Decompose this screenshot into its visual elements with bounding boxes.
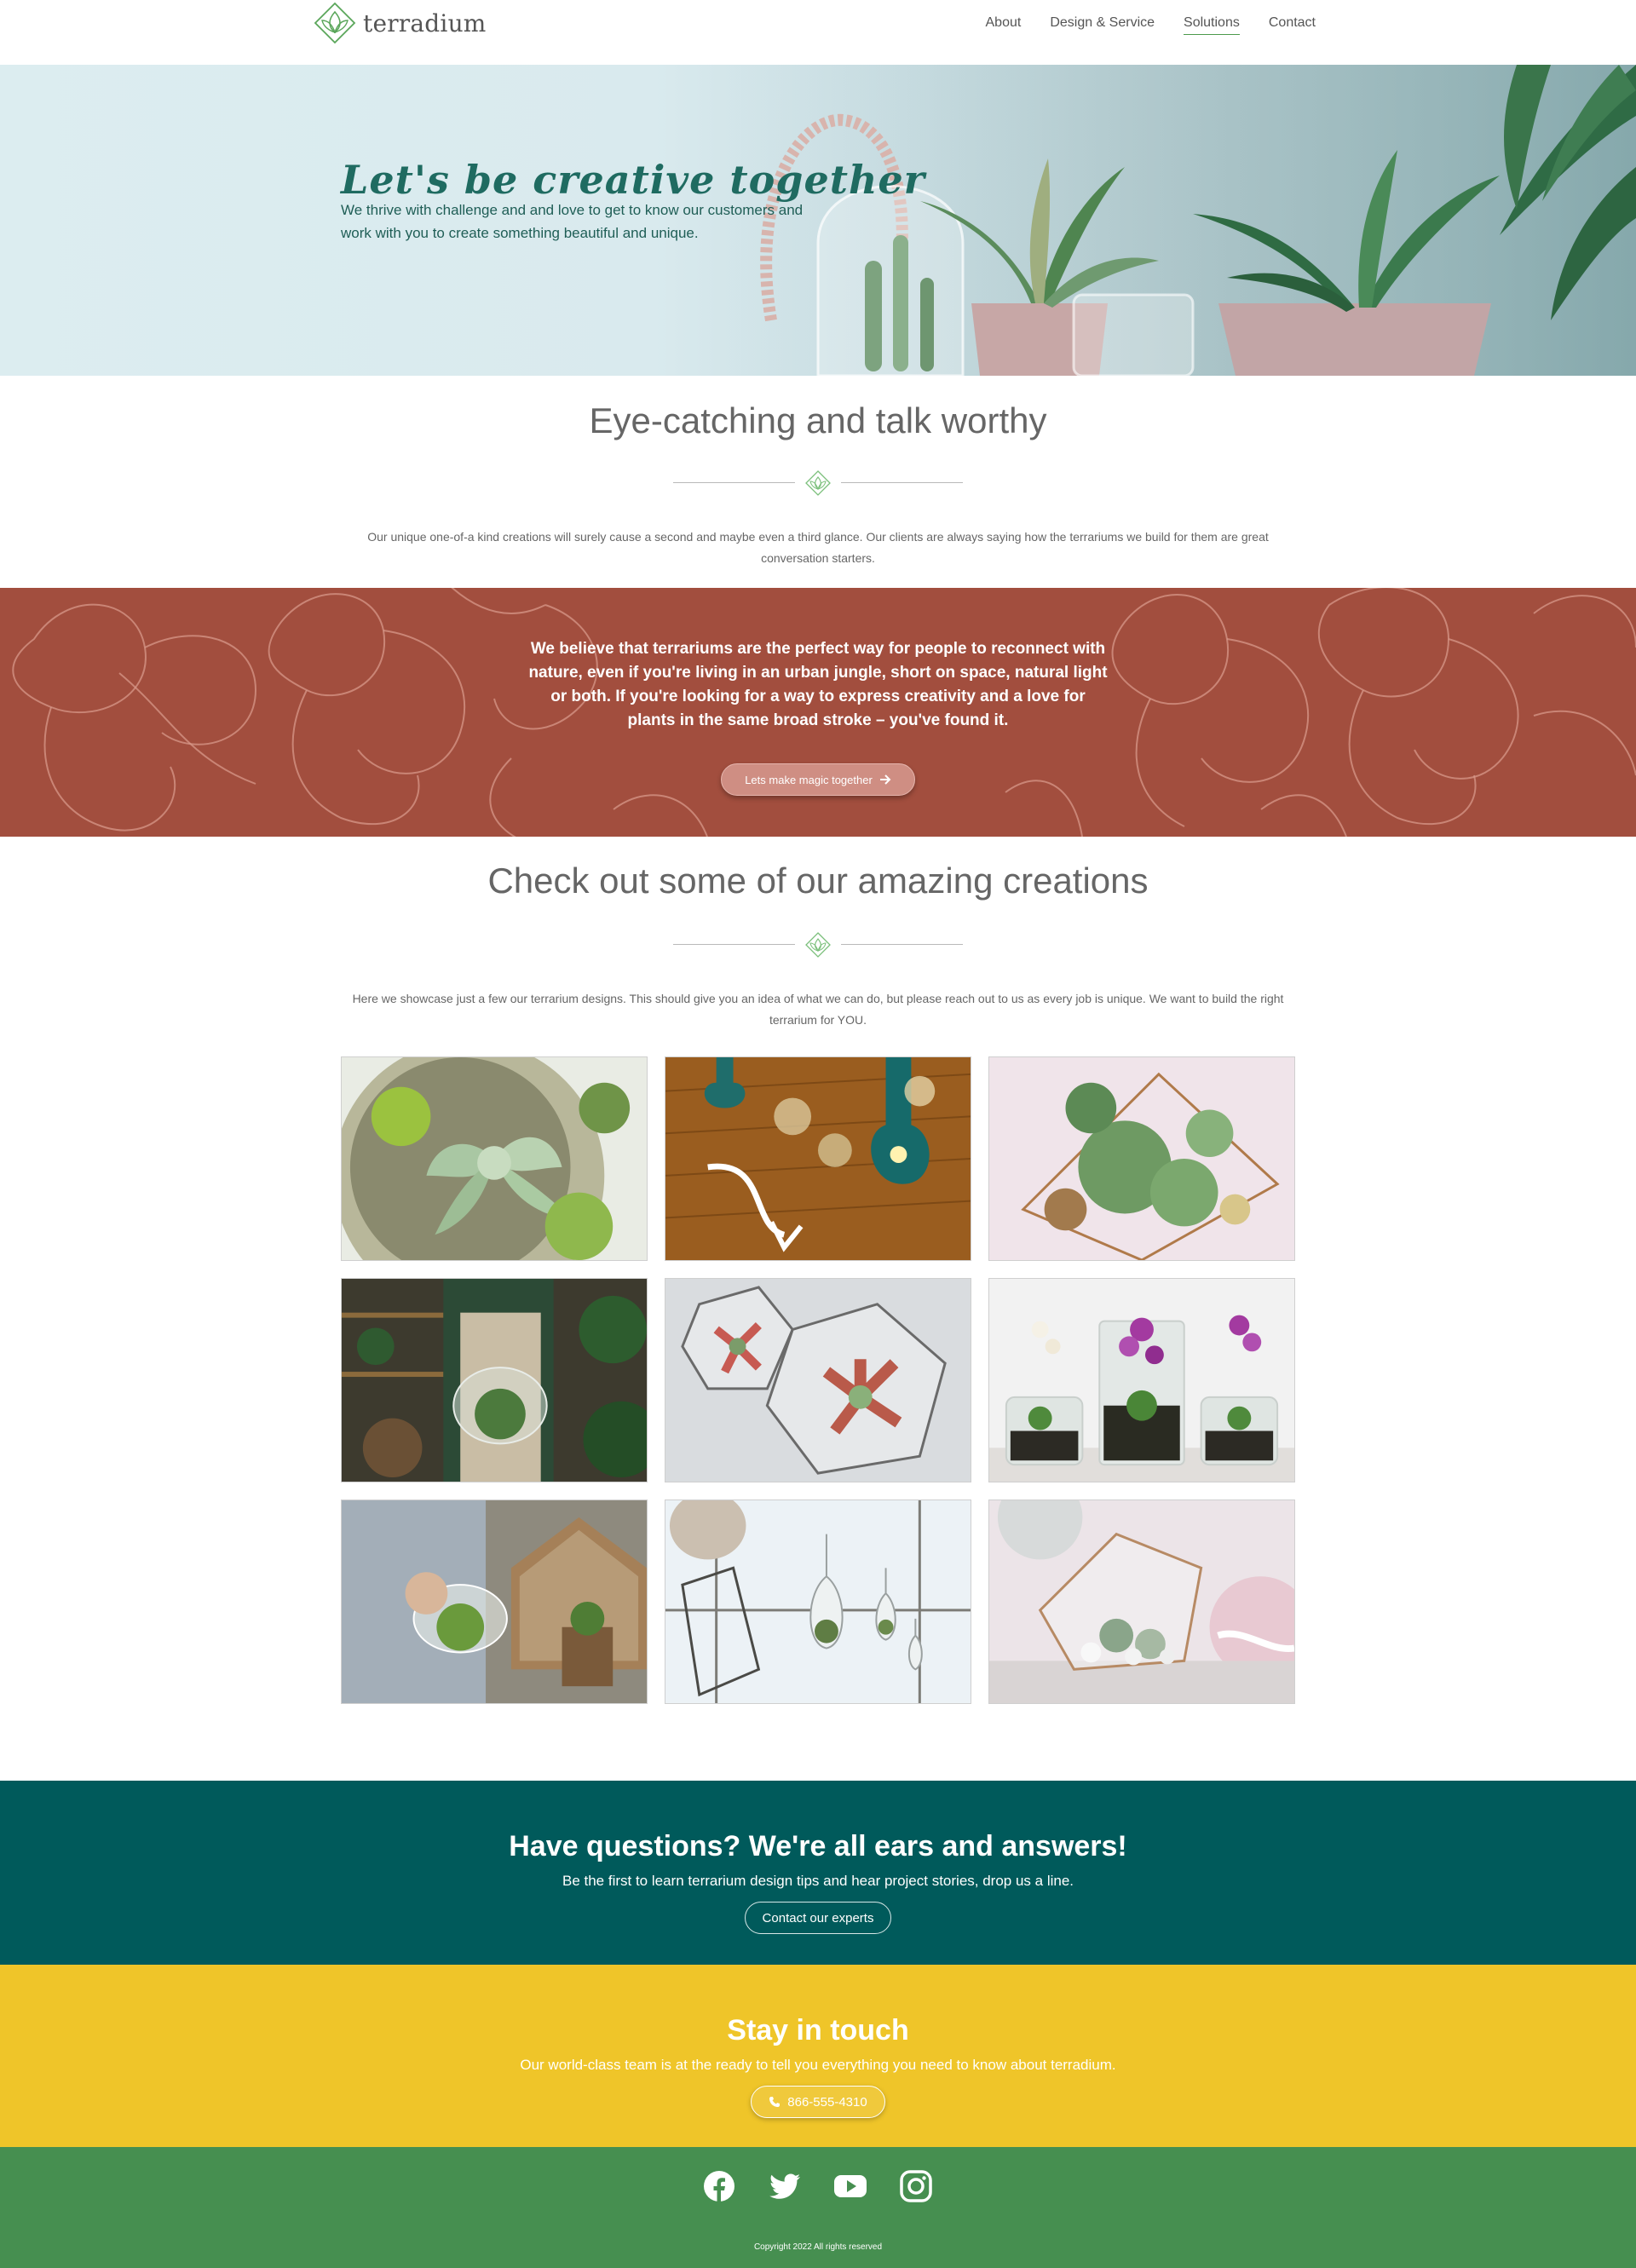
- mission-statement: We believe that terrariums are the perfe…: [528, 640, 1108, 729]
- gallery-image-geometric-terrarium-pink[interactable]: [988, 1500, 1295, 1704]
- section-divider: [673, 932, 963, 958]
- section-body-eye-catching: Our unique one-of-a kind creations will …: [367, 530, 1269, 565]
- make-magic-button-label: Lets make magic together: [745, 773, 873, 786]
- divider-line-right: [841, 482, 963, 483]
- copyright-text: Copyright 2022 All rights reserved: [753, 2242, 883, 2252]
- gallery-image-geometric-glass-succulents[interactable]: [988, 1056, 1295, 1261]
- phone-button[interactable]: 866-555-4310: [751, 2086, 885, 2118]
- social-links: [702, 2169, 933, 2203]
- nav-item-design-service[interactable]: Design & Service: [1050, 15, 1155, 35]
- section-body-creations: Here we showcase just a few our terrariu…: [352, 992, 1284, 1027]
- phone-icon: [769, 2097, 781, 2107]
- arrow-right-icon: [879, 774, 891, 785]
- divider-line-left: [673, 944, 795, 945]
- logo-wordmark: terradium: [363, 9, 487, 37]
- stay-in-touch-band: Stay in touch Our world-class team is at…: [0, 1965, 1636, 2147]
- gallery-image-geometric-terrariums-grey[interactable]: [665, 1278, 971, 1482]
- contact-band-subtitle: Be the first to learn terrarium design t…: [562, 1873, 1074, 1889]
- logo-diamond-icon: [314, 2, 356, 44]
- youtube-icon[interactable]: [833, 2169, 867, 2203]
- gallery-image-succulents-closeup[interactable]: [341, 1056, 648, 1261]
- hero-plants-image: [699, 65, 1636, 376]
- contact-band: Have questions? We're all ears and answe…: [0, 1781, 1636, 1965]
- gallery-image-man-assembling-terrarium[interactable]: [341, 1500, 648, 1704]
- hero-subtitle: We thrive with challenge and and love to…: [341, 202, 804, 241]
- make-magic-button[interactable]: Lets make magic together: [721, 763, 915, 796]
- footer: Copyright 2022 All rights reserved: [0, 2147, 1636, 2268]
- stay-in-touch-subtitle: Our world-class team is at the ready to …: [520, 2057, 1116, 2073]
- section-divider: [673, 470, 963, 496]
- divider-line-left: [673, 482, 795, 483]
- twitter-icon[interactable]: [768, 2169, 802, 2203]
- nav-item-solutions[interactable]: Solutions: [1184, 15, 1240, 35]
- contact-experts-button[interactable]: Contact our experts: [745, 1902, 891, 1934]
- nav-item-contact[interactable]: Contact: [1269, 15, 1316, 35]
- top-navigation: terradium About Design & Service Solutio…: [0, 0, 1636, 65]
- section-title-creations: Check out some of our amazing creations: [487, 861, 1149, 901]
- leaf-diamond-icon: [805, 470, 831, 496]
- gallery-image-hanging-teardrop-terrariums[interactable]: [665, 1500, 971, 1704]
- phone-number: 866-555-4310: [787, 2094, 867, 2110]
- mission-band: We believe that terrariums are the perfe…: [0, 588, 1636, 837]
- hero-title: Let's be creative together: [341, 157, 925, 203]
- instagram-icon[interactable]: [899, 2169, 933, 2203]
- gallery-image-gardener-holding-terrarium[interactable]: [341, 1278, 648, 1482]
- divider-line-right: [841, 944, 963, 945]
- stay-in-touch-title: Stay in touch: [727, 2014, 909, 2046]
- main-menu: About Design & Service Solutions Contact: [986, 15, 1316, 35]
- section-title-eye-catching: Eye-catching and talk worthy: [589, 400, 1047, 440]
- facebook-icon[interactable]: [702, 2169, 736, 2203]
- contact-band-title: Have questions? We're all ears and answe…: [509, 1830, 1127, 1862]
- gallery-image-orchid-glass-vases[interactable]: [988, 1278, 1295, 1482]
- leaf-diamond-icon: [805, 932, 831, 958]
- logo[interactable]: terradium: [314, 0, 487, 46]
- hero-banner: Let's be creative together We thrive wit…: [0, 65, 1636, 376]
- gallery-image-hanging-glass-terrariums[interactable]: [665, 1056, 971, 1261]
- nav-item-about[interactable]: About: [986, 15, 1022, 35]
